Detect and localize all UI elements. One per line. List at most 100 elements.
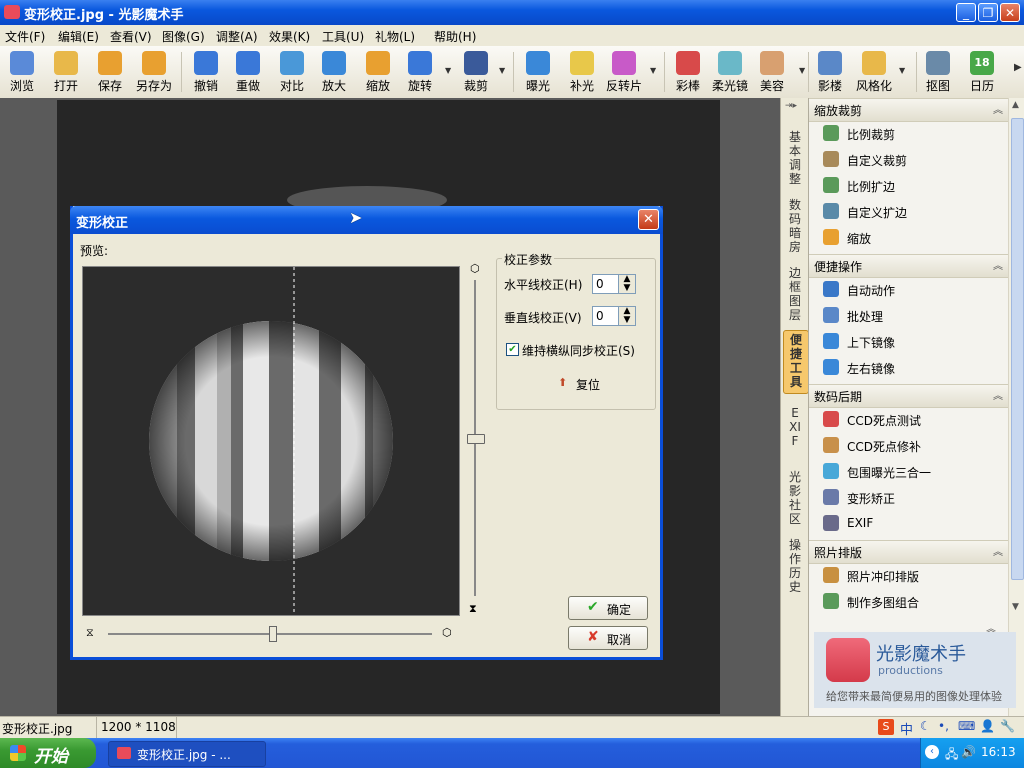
ime-punct-icon[interactable]: •,: [938, 719, 949, 733]
start-button[interactable]: 开始: [0, 738, 96, 768]
rotate-dropdown-arrow[interactable]: ▼: [445, 66, 451, 75]
menu-file[interactable]: 文件(F): [5, 28, 45, 45]
panel-item[interactable]: 包围曝光三合一: [823, 461, 1003, 481]
ime-halfwidth-icon[interactable]: ☾: [920, 719, 931, 733]
scroll-up-arrow[interactable]: ▲: [1012, 100, 1019, 110]
panel-item[interactable]: CCD死点修补: [823, 435, 1003, 455]
vertical-value[interactable]: 0: [596, 309, 604, 323]
toolbar-button-save-as[interactable]: 另存为: [132, 49, 176, 97]
scroll-down-arrow[interactable]: ▼: [1012, 602, 1019, 612]
toolbar-button-undo[interactable]: 撤销: [184, 49, 228, 97]
horizontal-slider-thumb[interactable]: [269, 626, 277, 642]
panel-item[interactable]: 照片冲印排版: [823, 565, 1003, 585]
horizontal-spinner[interactable]: 0 ▲ ▼: [592, 274, 636, 294]
toolbar-button-zoom-in[interactable]: 放大: [312, 49, 356, 97]
ime-keyboard-icon[interactable]: ⌨: [958, 719, 975, 733]
vertical-spinner[interactable]: 0 ▲ ▼: [592, 306, 636, 326]
dialog-titlebar[interactable]: 变形校正: [70, 206, 663, 234]
panel-item[interactable]: 比例裁剪: [823, 123, 1003, 143]
toolbar-button-fill-light[interactable]: 补光: [560, 49, 604, 97]
ime-settings-icon[interactable]: 🔧: [1000, 719, 1015, 733]
scroll-thumb[interactable]: [1011, 118, 1024, 580]
panel-item[interactable]: 批处理: [823, 305, 1003, 325]
menu-effects[interactable]: 效果(K): [269, 28, 310, 45]
panel-section-header[interactable]: 便捷操作 ︽: [809, 254, 1009, 278]
side-tab-6[interactable]: 操作历史: [783, 536, 807, 594]
restore-button[interactable]: ❐: [978, 3, 998, 22]
panel-section-header[interactable]: 缩放裁剪 ︽: [809, 98, 1009, 122]
panel-item[interactable]: 自动动作: [823, 279, 1003, 299]
ime-user-icon[interactable]: 👤: [980, 719, 995, 733]
collapse-chevron-icon[interactable]: ︽: [993, 101, 1003, 116]
panel-item[interactable]: 比例扩边: [823, 175, 1003, 195]
sync-checkbox[interactable]: ✔: [506, 343, 519, 356]
network-icon[interactable]: 🖧: [945, 745, 958, 766]
reversal-dropdown-arrow[interactable]: ▼: [650, 66, 656, 75]
reset-button[interactable]: 复位: [576, 376, 600, 393]
panel-item[interactable]: CCD死点测试: [823, 409, 1003, 429]
panel-scrollbar[interactable]: ▲ ▼: [1008, 98, 1024, 716]
side-tab-5[interactable]: 光影社区: [783, 468, 807, 526]
clock[interactable]: 16:13: [981, 745, 1016, 759]
toolbar-button-cutout[interactable]: 抠图: [916, 49, 960, 97]
ime-logo-icon[interactable]: S: [878, 719, 894, 735]
toolbar-button-save[interactable]: 保存: [88, 49, 132, 97]
panel-item[interactable]: EXIF: [823, 513, 1003, 533]
menu-gifts[interactable]: 礼物(L): [375, 28, 415, 45]
menu-view[interactable]: 查看(V): [110, 28, 152, 45]
side-tab-4[interactable]: EXIF: [783, 404, 807, 460]
vertical-slider-thumb[interactable]: [467, 434, 485, 444]
toolbar-button-rotate[interactable]: 旋转: [398, 49, 442, 97]
panel-item[interactable]: 左右镜像: [823, 357, 1003, 377]
panel-item[interactable]: 变形矫正: [823, 487, 1003, 507]
dialog-close-button[interactable]: ✕: [638, 209, 659, 230]
menu-adjust[interactable]: 调整(A): [216, 28, 258, 45]
menu-help[interactable]: 帮助(H): [434, 28, 476, 45]
crop-dropdown-arrow[interactable]: ▼: [499, 66, 505, 75]
menu-image[interactable]: 图像(G): [162, 28, 205, 45]
toolbar-button-exposure[interactable]: 曝光: [516, 49, 560, 97]
ok-button[interactable]: ✔ 确定: [568, 596, 648, 620]
toolbar-button-resize[interactable]: 缩放: [356, 49, 400, 97]
collapse-chevron-icon[interactable]: ︽: [993, 387, 1003, 402]
collapse-chevron-icon[interactable]: ︽: [993, 543, 1003, 558]
strip-expand-icon[interactable]: ⇥▸: [785, 101, 797, 111]
menu-tools[interactable]: 工具(U): [322, 28, 364, 45]
stylize-dropdown-arrow[interactable]: ▼: [899, 66, 905, 75]
panel-item[interactable]: 自定义扩边: [823, 201, 1003, 221]
side-tab-0[interactable]: 基本调整: [783, 128, 807, 186]
toolbar-button-reversal-film[interactable]: 反转片: [602, 49, 646, 97]
horizontal-value[interactable]: 0: [596, 277, 604, 291]
tray-expand-icon[interactable]: ‹: [925, 745, 939, 759]
collapse-chevron-icon[interactable]: ︽: [993, 257, 1003, 272]
taskbar-app-item[interactable]: 变形校正.jpg - ...: [108, 741, 266, 767]
side-tab-3[interactable]: 便捷工具: [783, 330, 809, 394]
ime-mode[interactable]: 中: [900, 719, 913, 738]
side-tab-2[interactable]: 边框图层: [783, 264, 807, 322]
spin-arrows-icon[interactable]: ▲ ▼: [618, 275, 635, 293]
toolbar-button-beauty[interactable]: 美容: [750, 49, 794, 97]
toolbar-button-color-wand[interactable]: 彩棒: [666, 49, 710, 97]
panel-item[interactable]: 制作多图组合: [823, 591, 1003, 611]
toolbar-more-arrow[interactable]: ▶: [1014, 62, 1022, 73]
reset-arrow-icon[interactable]: ⬆: [558, 376, 567, 389]
menu-edit[interactable]: 编辑(E): [58, 28, 99, 45]
close-button[interactable]: ✕: [1000, 3, 1020, 22]
panel-item[interactable]: 自定义裁剪: [823, 149, 1003, 169]
beauty-dropdown-arrow[interactable]: ▼: [799, 66, 805, 75]
toolbar-button-studio[interactable]: 影楼: [808, 49, 852, 97]
panel-item[interactable]: 缩放: [823, 227, 1003, 247]
toolbar-button-browse[interactable]: 浏览: [0, 49, 44, 97]
toolbar-button-compare[interactable]: 对比: [270, 49, 314, 97]
spin-arrows-icon[interactable]: ▲ ▼: [618, 307, 635, 325]
toolbar-button-open-folder[interactable]: 打开: [44, 49, 88, 97]
panel-section-header[interactable]: 照片排版 ︽: [809, 540, 1009, 564]
minimize-button[interactable]: _: [956, 3, 976, 22]
toolbar-button-crop[interactable]: 裁剪: [454, 49, 498, 97]
volume-icon[interactable]: 🔊: [961, 745, 976, 759]
toolbar-button-stylize[interactable]: 风格化: [852, 49, 896, 97]
toolbar-button-calendar[interactable]: 18 日历: [960, 49, 1004, 97]
toolbar-button-redo[interactable]: 重做: [226, 49, 270, 97]
panel-section-header[interactable]: 数码后期 ︽: [809, 384, 1009, 408]
cancel-button[interactable]: ✘ 取消: [568, 626, 648, 650]
